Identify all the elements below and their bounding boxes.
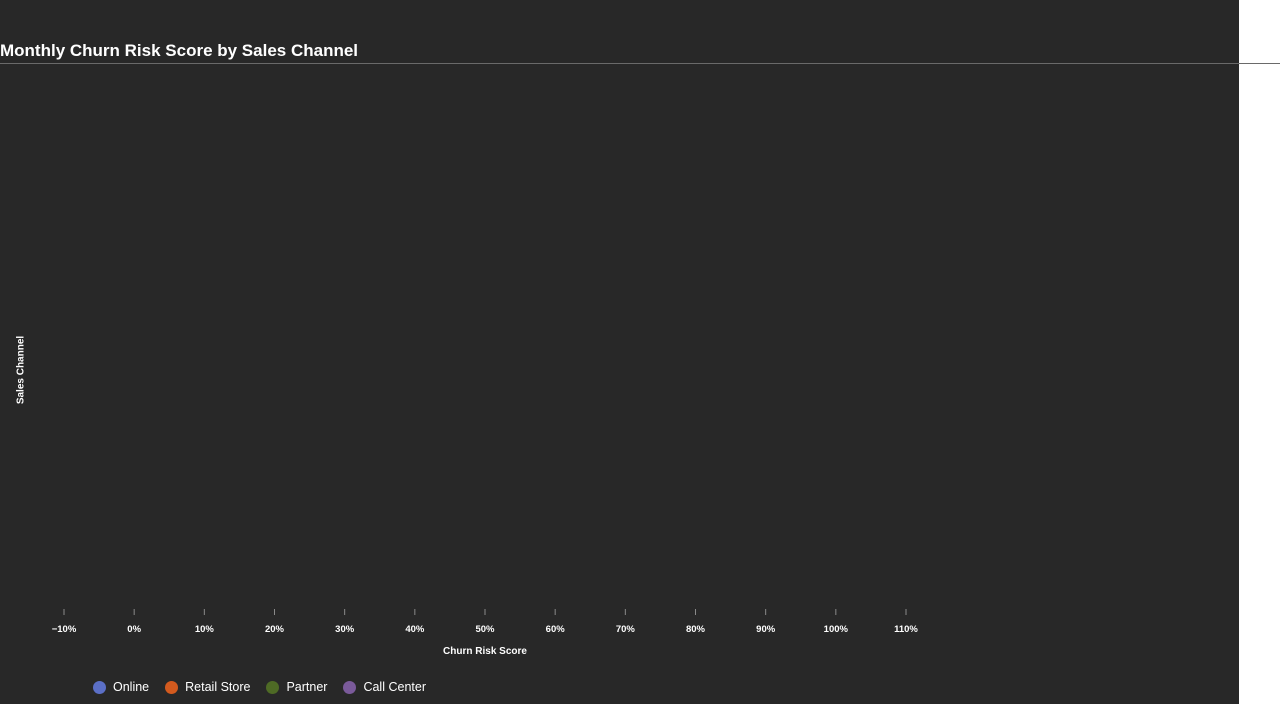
legend-label: Retail Store	[185, 680, 251, 694]
x-tick-label: 100%	[824, 624, 849, 635]
plot-area: −10% 0% 10% 20% 30% 40% 50% 60% 70% 80% 90% 100% 110…	[52, 609, 918, 635]
legend: Online Retail Store Partner Call Center	[93, 680, 426, 694]
x-tick-label: −10%	[52, 624, 77, 635]
legend-label: Call Center	[363, 680, 426, 694]
x-tick-label: 90%	[756, 624, 776, 635]
chart-panel: Monthly Churn Risk Score by Sales Channe…	[0, 0, 1239, 704]
legend-label: Online	[113, 680, 150, 694]
legend-item[interactable]: Call Center	[343, 680, 426, 694]
x-tick-label: 110%	[894, 624, 918, 635]
x-tick-label: 10%	[195, 624, 215, 635]
legend-swatch	[165, 680, 179, 694]
title-divider	[0, 63, 1280, 64]
x-axis-label: Churn Risk Score	[443, 646, 527, 657]
x-tick-label: 80%	[686, 624, 706, 635]
legend-swatch	[93, 680, 106, 694]
x-tick-label: 0%	[127, 624, 141, 635]
x-tick-label: 50%	[475, 624, 495, 635]
legend-swatch	[266, 680, 280, 694]
x-tick-label: 60%	[546, 624, 566, 635]
x-tick-label: 70%	[616, 624, 636, 635]
legend-label: Partner	[286, 680, 328, 694]
x-tick-label: 40%	[405, 624, 425, 635]
x-tick-label: 20%	[265, 624, 285, 635]
legend-item[interactable]: Partner	[266, 680, 327, 694]
legend-swatch	[343, 680, 357, 694]
legend-item[interactable]: Online	[93, 680, 149, 694]
legend-item[interactable]: Retail Store	[165, 680, 250, 694]
x-tick-label: 30%	[335, 624, 355, 635]
